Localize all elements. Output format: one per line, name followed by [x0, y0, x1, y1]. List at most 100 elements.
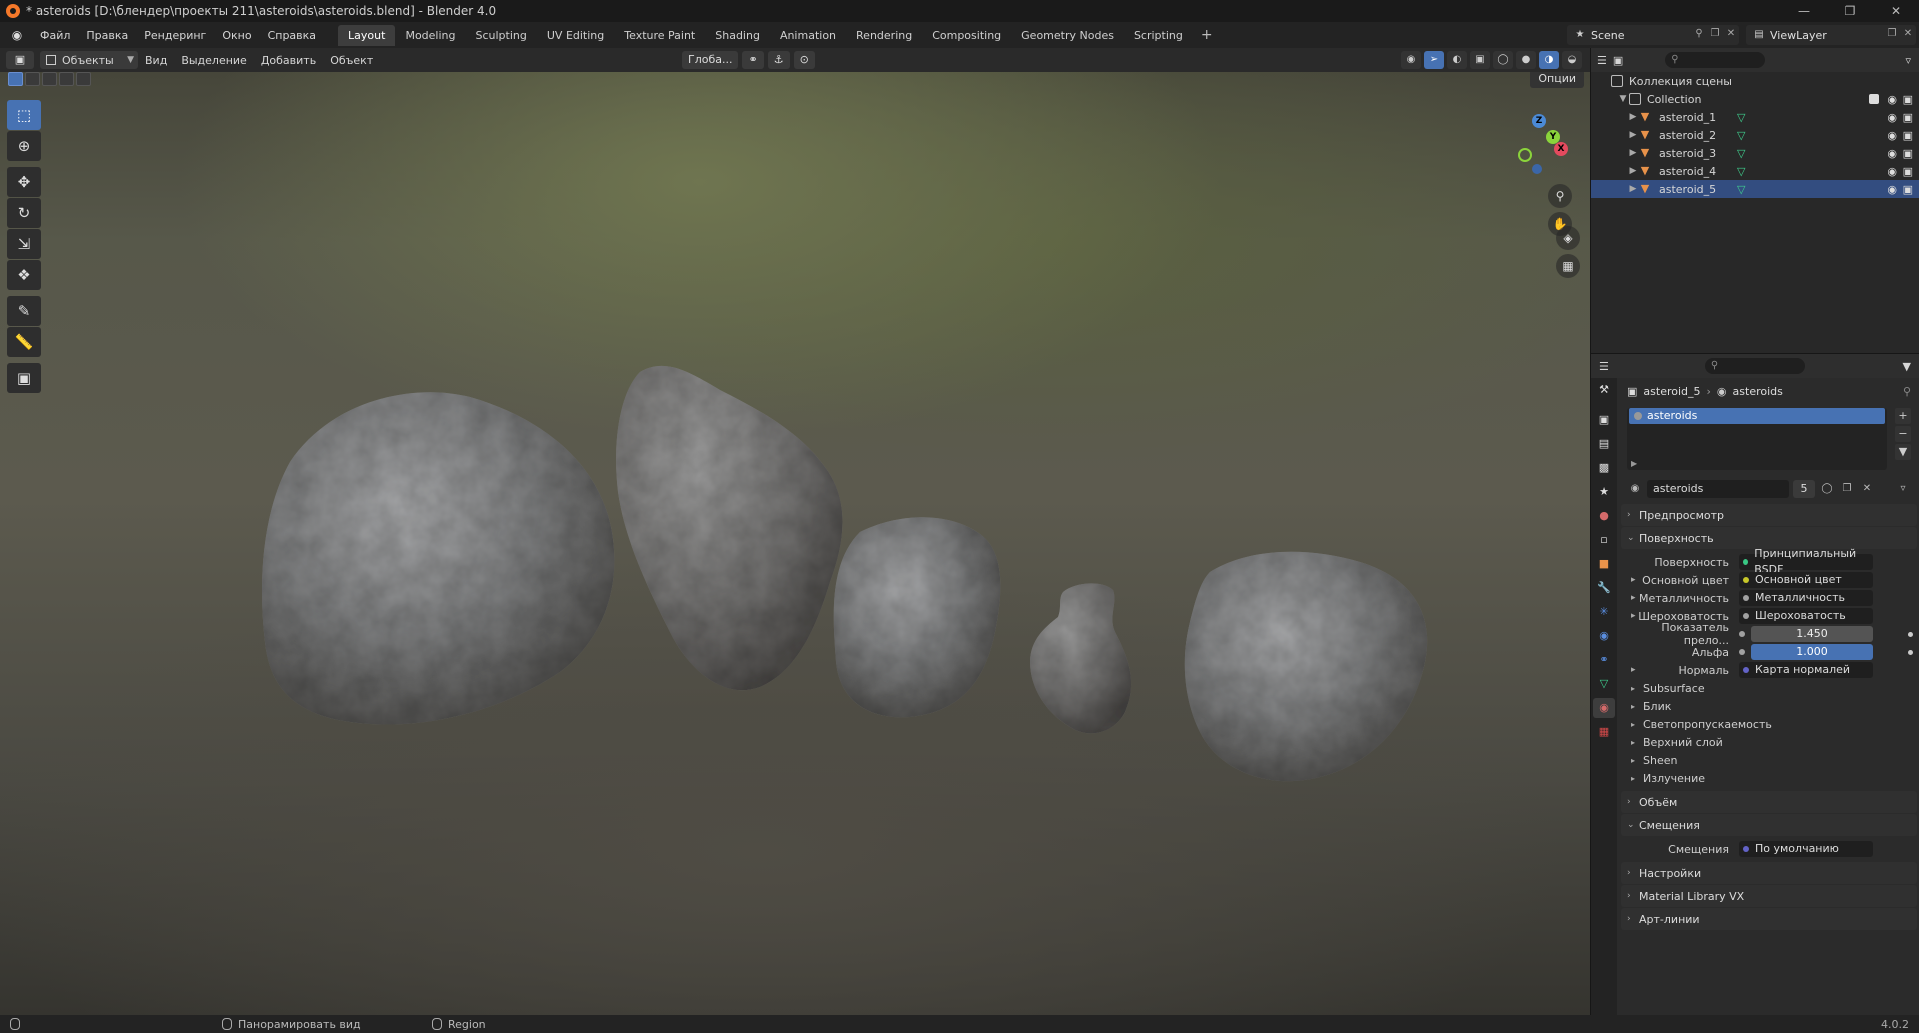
displacement-method-dropdown[interactable]: По умолчанию [1739, 841, 1873, 857]
material-browse-icon[interactable]: ◉ [1627, 480, 1643, 498]
scene-name[interactable]: Scene [1591, 29, 1691, 42]
chevron-right-icon[interactable]: ▶ [1627, 148, 1639, 158]
ortho-grid-icon[interactable]: ▦ [1556, 254, 1580, 278]
surface-row-field[interactable]: Карта нормалей [1739, 662, 1873, 678]
keyframe-dot-icon[interactable] [1908, 649, 1913, 655]
pin-icon[interactable]: ⚲ [1903, 385, 1911, 398]
chevron-right-icon[interactable]: ▸ [1631, 593, 1636, 603]
surface-subpanel[interactable]: ▸ Subsurface [1621, 679, 1917, 697]
chevron-right-icon[interactable]: ▸ [1631, 575, 1636, 585]
mesh-data-tab-icon[interactable]: ▽ [1593, 674, 1615, 694]
new-view-layer-icon[interactable]: ❐ [1884, 28, 1900, 42]
surface-subpanel[interactable]: ▸ Sheen [1621, 751, 1917, 769]
rotate-tool-icon[interactable]: ↻ [7, 198, 41, 228]
surface-row-field[interactable]: Шероховатость [1739, 608, 1873, 624]
tab-texture-paint[interactable]: Texture Paint [614, 25, 705, 46]
tool-tab-icon[interactable]: ⚒ [1593, 380, 1615, 400]
eye-icon[interactable]: ◉ [1887, 183, 1897, 196]
zoom-icon[interactable]: ⚲ [1548, 184, 1572, 208]
mesh-data-icon[interactable]: ▽ [1737, 183, 1745, 196]
view-layer-name[interactable]: ViewLayer [1770, 29, 1884, 42]
editor-type-icon[interactable]: ☰ [1597, 54, 1607, 67]
eye-icon[interactable]: ◉ [1887, 129, 1897, 142]
outliner-item-asteroid-5[interactable]: ▶ ▼ asteroid_5 ▽ ◉ ▣ [1591, 180, 1919, 198]
panel-line-art[interactable]: › Арт-линии [1621, 908, 1917, 930]
menu-window[interactable]: Окно [214, 26, 259, 45]
delete-scene-icon[interactable]: ✕ [1723, 28, 1739, 42]
scale-tool-icon[interactable]: ⇲ [7, 229, 41, 259]
panel-volume[interactable]: › Объём [1621, 791, 1917, 813]
eye-icon[interactable]: ◉ [1887, 93, 1897, 106]
mesh-data-icon[interactable]: ▽ [1737, 111, 1745, 124]
editor-type-icon[interactable]: ☰ [1599, 360, 1609, 373]
tab-rendering[interactable]: Rendering [846, 25, 922, 46]
chevron-right-icon[interactable]: ▶ [1627, 112, 1639, 122]
menu-edit[interactable]: Правка [78, 26, 136, 45]
surface-subpanel[interactable]: ▸ Светопропускаемость [1621, 715, 1917, 733]
chevron-right-icon[interactable]: ▶ [1627, 184, 1639, 194]
tab-scripting[interactable]: Scripting [1124, 25, 1193, 46]
menu-add[interactable]: Добавить [254, 54, 323, 67]
surface-row-field[interactable]: Основной цвет [1739, 572, 1873, 588]
surface-subpanel[interactable]: ▸ Излучение [1621, 769, 1917, 787]
panel-material-library[interactable]: › Material Library VX [1621, 885, 1917, 907]
minimize-icon[interactable]: — [1781, 0, 1827, 22]
modifiers-tab-icon[interactable]: 🔧 [1593, 578, 1615, 598]
3d-viewport[interactable]: Опции ⬚ ⊕ ✥ ↻ ⇲ ❖ ✎ 📏 ▣ Z Y X ⚲ ✋ ◈ ▦ [0, 72, 1590, 1015]
tab-shading[interactable]: Shading [705, 25, 770, 46]
surface-row-number[interactable]: 1.450 [1751, 626, 1873, 642]
material-tab-icon[interactable]: ◉ [1593, 698, 1615, 718]
pin-icon[interactable]: ⚲ [1691, 28, 1707, 42]
eye-icon[interactable]: ◉ [1887, 165, 1897, 178]
asteroid-3[interactable] [833, 517, 1001, 718]
mesh-data-icon[interactable]: ▽ [1737, 129, 1745, 142]
surface-row-field[interactable]: Принципиальный BSDF [1739, 547, 1873, 576]
view-layer-tab-icon[interactable]: ▩ [1593, 458, 1615, 478]
overlays-icon[interactable]: ◐ [1447, 51, 1467, 69]
display-mode-icon[interactable]: ▣ [1613, 54, 1623, 67]
eye-icon[interactable]: ◉ [1887, 147, 1897, 160]
new-scene-icon[interactable]: ❐ [1707, 28, 1723, 42]
measure-tool-icon[interactable]: 📏 [7, 327, 41, 357]
snap-icon[interactable]: ⚓ [767, 51, 790, 69]
outliner-item-asteroid-1[interactable]: ▶ ▼ asteroid_1 ▽ ◉ ▣ [1591, 108, 1919, 126]
tab-animation[interactable]: Animation [770, 25, 846, 46]
chevron-right-icon[interactable]: ▶ [1627, 166, 1639, 176]
outliner-item-asteroid-4[interactable]: ▶ ▼ asteroid_4 ▽ ◉ ▣ [1591, 162, 1919, 180]
close-icon[interactable]: ✕ [1873, 0, 1919, 22]
menu-help[interactable]: Справка [260, 26, 324, 45]
cursor-tool-icon[interactable]: ⊕ [7, 131, 41, 161]
blender-menu-icon[interactable]: ◉ [8, 28, 26, 42]
tab-layout[interactable]: Layout [338, 24, 396, 46]
mesh-data-icon[interactable]: ▽ [1737, 147, 1745, 160]
tab-sculpting[interactable]: Sculpting [466, 25, 537, 46]
add-slot-button[interactable]: + [1895, 408, 1911, 424]
camera-icon[interactable]: ▣ [1903, 183, 1913, 196]
delete-view-layer-icon[interactable]: ✕ [1900, 28, 1916, 42]
properties-search-input[interactable]: ⚲ [1704, 358, 1805, 374]
object-tab-icon[interactable]: ■ [1593, 554, 1615, 574]
mode-selector[interactable]: Объекты ▼ [40, 51, 138, 69]
camera-icon[interactable]: ▣ [1903, 111, 1913, 124]
fake-user-icon[interactable]: ◯ [1819, 480, 1835, 498]
tab-uv-editing[interactable]: UV Editing [537, 25, 614, 46]
slot-menu-icon[interactable]: ▼ [1895, 444, 1911, 460]
camera-icon[interactable]: ▣ [1903, 129, 1913, 142]
camera-icon[interactable]: ▣ [1903, 147, 1913, 160]
collection-tab-icon[interactable]: ▫ [1593, 530, 1615, 550]
asteroid-5[interactable] [1184, 551, 1428, 782]
material-users-count[interactable]: 5 [1793, 480, 1815, 498]
surface-subpanel[interactable]: ▸ Блик [1621, 697, 1917, 715]
chevron-right-icon[interactable]: ▸ [1631, 665, 1636, 675]
scene-collection-row[interactable]: Коллекция сцены [1591, 72, 1919, 90]
mesh-data-icon[interactable]: ▽ [1737, 165, 1745, 178]
surface-row-number[interactable]: 1.000 [1751, 644, 1873, 660]
menu-render[interactable]: Рендеринг [136, 26, 214, 45]
chevron-right-icon[interactable]: ▶ [1631, 459, 1637, 468]
scene-tab-icon[interactable]: ★ [1593, 482, 1615, 502]
keyframe-dot-icon[interactable] [1908, 631, 1913, 637]
solid-shading-icon[interactable]: ● [1516, 51, 1536, 69]
material-slot[interactable]: asteroids [1629, 408, 1885, 424]
transform-tool-icon[interactable]: ❖ [7, 260, 41, 290]
axis-x-icon[interactable]: X [1554, 142, 1568, 156]
